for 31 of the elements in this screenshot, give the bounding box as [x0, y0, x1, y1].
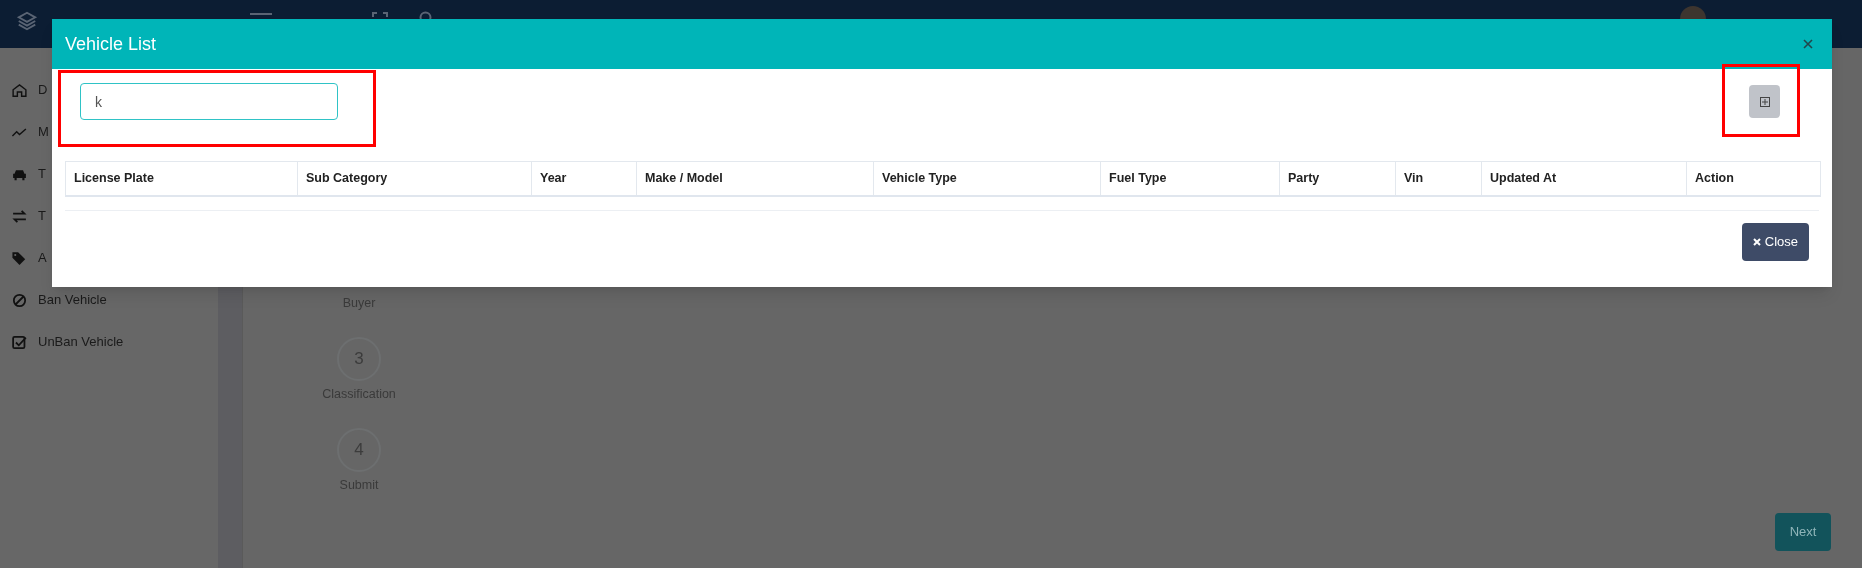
grid-button[interactable] [1749, 85, 1780, 118]
sidebar-item[interactable]: T [38, 206, 46, 226]
home-icon [11, 81, 28, 99]
tags-icon [11, 249, 28, 267]
close-icon[interactable] [1803, 39, 1813, 49]
sidebar-item[interactable]: A [38, 248, 47, 268]
column-header: Fuel Type [1100, 161, 1280, 196]
checkbox-icon [11, 333, 28, 351]
plus-square-icon [1759, 96, 1770, 107]
modal-title: Vehicle List [65, 32, 157, 56]
ban-icon [11, 291, 28, 309]
sidebar-item[interactable]: UnBan Vehicle [38, 332, 124, 352]
close-button[interactable]: Close [1741, 222, 1809, 261]
sidebar-item[interactable]: D [38, 80, 48, 100]
column-header: Updated At [1481, 161, 1687, 196]
column-header: Vehicle Type [873, 161, 1101, 196]
layers-icon [16, 10, 38, 32]
column-header: Year [531, 161, 637, 196]
column-header: Make / Model [636, 161, 874, 196]
search-field[interactable]: k [80, 83, 338, 120]
close-icon [1752, 237, 1761, 246]
next-button[interactable]: Next [1775, 513, 1831, 551]
sidebar-item[interactable]: T [38, 164, 46, 184]
column-header: License Plate [65, 161, 298, 196]
sidebar-item[interactable]: M [38, 122, 49, 142]
column-header: Action [1686, 161, 1821, 196]
arrows-icon [11, 207, 28, 225]
column-header: Party [1279, 161, 1396, 196]
column-header: Vin [1395, 161, 1482, 196]
column-header: Sub Category [297, 161, 532, 196]
sidebar-item[interactable]: Ban Vehicle [38, 290, 107, 310]
